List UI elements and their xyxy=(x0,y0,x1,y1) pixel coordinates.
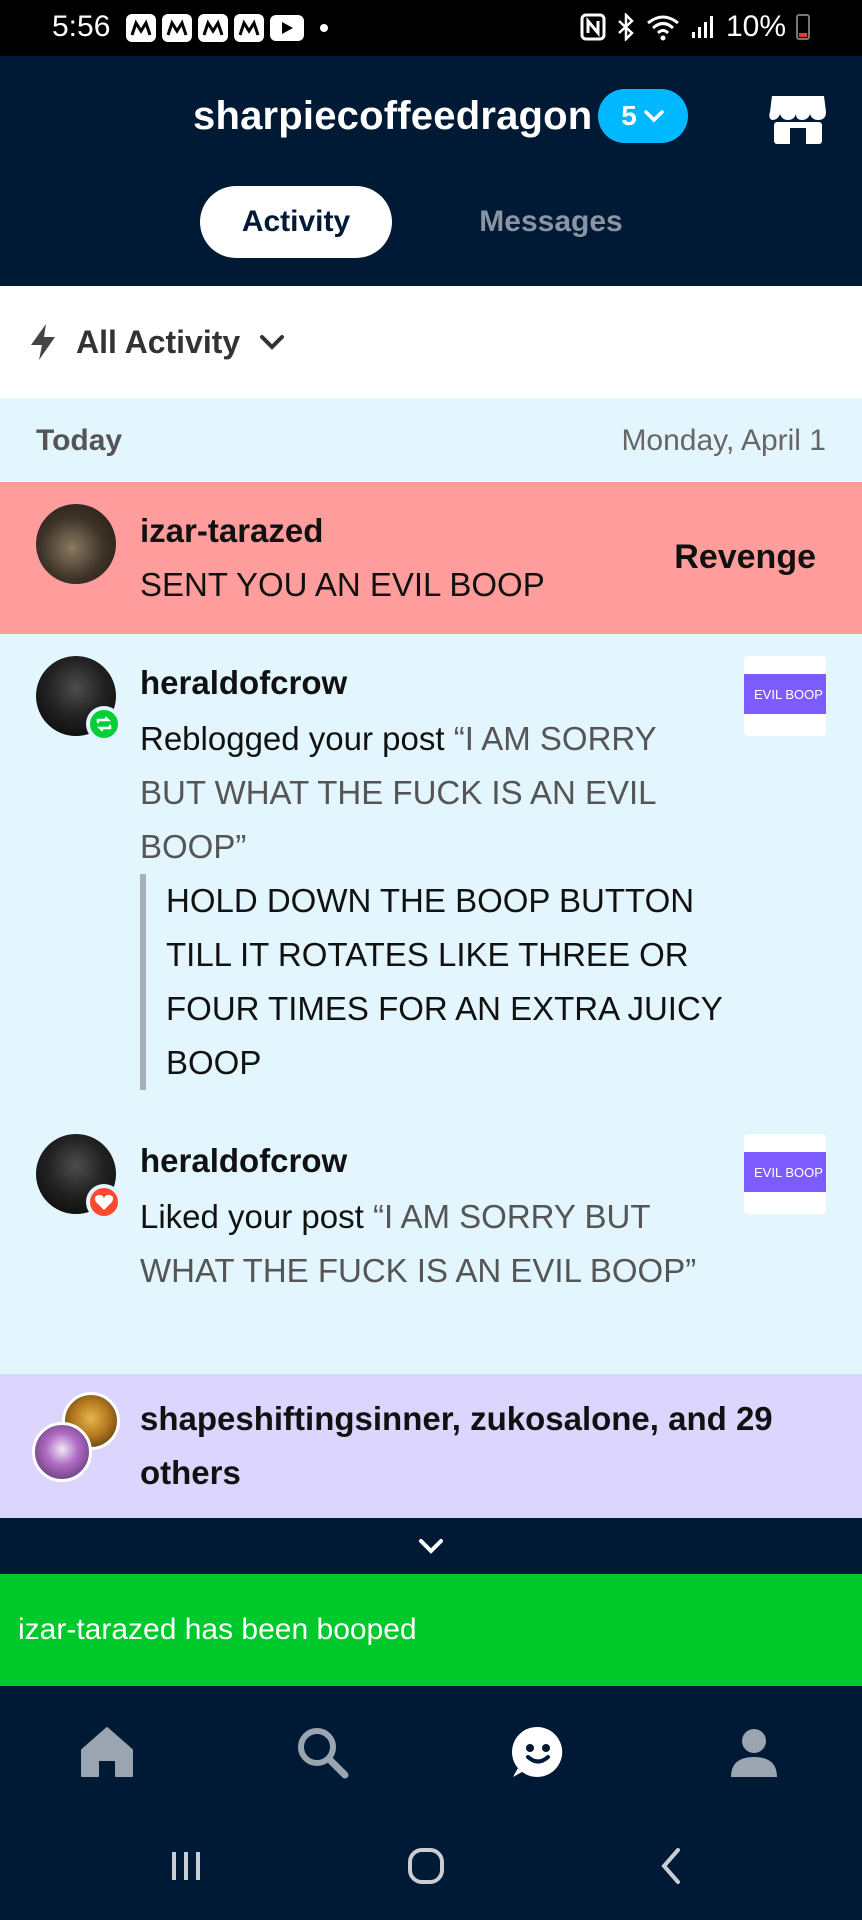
status-time: 5:56 xyxy=(52,10,111,43)
notification-icons xyxy=(126,14,328,42)
notification-app-icon xyxy=(198,14,228,42)
revenge-button[interactable]: Revenge xyxy=(674,538,816,577)
more-notifications-dot xyxy=(320,24,328,32)
boop-message: SENT YOU AN EVIL BOOP xyxy=(140,566,545,603)
chevron-down-icon xyxy=(419,1539,443,1554)
signal-icon xyxy=(691,16,713,38)
status-bar: 5:56 10% xyxy=(0,0,862,56)
nav-search[interactable] xyxy=(292,1722,352,1782)
blog-name[interactable]: sharpiecoffeedragon xyxy=(193,94,592,139)
notification-app-icon xyxy=(162,14,192,42)
nfc-icon xyxy=(580,13,606,41)
group-text: shapeshiftingsinner, zukosalone, and 29 … xyxy=(140,1400,773,1491)
home-icon xyxy=(81,1727,133,1777)
youtube-icon xyxy=(270,15,304,41)
reblog-icon xyxy=(86,706,122,742)
shop-icon[interactable] xyxy=(768,90,828,146)
nav-home[interactable] xyxy=(77,1722,137,1782)
activity-username[interactable]: heraldofcrow xyxy=(140,1142,347,1180)
section-title: Today xyxy=(36,424,123,457)
wifi-icon xyxy=(647,15,679,41)
notification-app-icon xyxy=(234,14,264,42)
reblog-comment: HOLD DOWN THE BOOP BUTTON TILL IT ROTATE… xyxy=(140,874,740,1090)
status-right: 10% xyxy=(580,10,810,44)
bottom-nav xyxy=(0,1686,862,1816)
back-icon[interactable] xyxy=(652,1846,692,1886)
filter-label: All Activity xyxy=(76,323,241,360)
heart-icon xyxy=(86,1184,122,1220)
activity-action: Liked your post xyxy=(140,1198,373,1235)
activity-face-icon xyxy=(511,1726,563,1777)
blog-switcher-badge[interactable]: 5 xyxy=(598,89,688,143)
nav-profile[interactable] xyxy=(724,1722,784,1782)
toast-message: izar-tarazed has been booped xyxy=(0,1574,862,1686)
lightning-icon xyxy=(31,324,55,360)
tabs: Activity Messages xyxy=(0,186,862,260)
avatar xyxy=(32,1422,92,1482)
system-nav xyxy=(0,1816,862,1920)
post-thumbnail[interactable]: EVIL BOOP xyxy=(744,1134,826,1214)
tab-messages[interactable]: Messages xyxy=(460,186,642,258)
activity-list: heraldofcrow Reblogged your post “I AM S… xyxy=(0,634,862,1374)
post-thumbnail[interactable]: EVIL BOOP xyxy=(744,656,826,736)
boop-username[interactable]: izar-tarazed xyxy=(140,512,323,550)
section-date: Monday, April 1 xyxy=(621,424,826,457)
activity-username[interactable]: heraldofcrow xyxy=(140,664,347,702)
tab-activity[interactable]: Activity xyxy=(200,186,392,258)
activity-text: Liked your post “I AM SORRY BUT WHAT THE… xyxy=(140,1190,720,1298)
activity-text: Reblogged your post “I AM SORRY BUT WHAT… xyxy=(140,712,720,874)
section-header: Today Monday, April 1 xyxy=(0,398,862,482)
notification-app-icon xyxy=(126,14,156,42)
recents-icon[interactable] xyxy=(166,1846,206,1886)
group-notification[interactable]: shapeshiftingsinner, zukosalone, and 29 … xyxy=(0,1374,862,1518)
chevron-down-icon xyxy=(260,335,285,350)
collapse-bar[interactable] xyxy=(0,1518,862,1574)
search-icon xyxy=(298,1728,349,1779)
header: sharpiecoffeedragon 5 Activity Messages xyxy=(0,56,862,286)
bluetooth-icon xyxy=(618,13,634,41)
chevron-down-icon xyxy=(644,110,664,123)
avatar[interactable] xyxy=(36,504,116,584)
battery-icon xyxy=(796,14,810,40)
thumbnail-text: EVIL BOOP xyxy=(744,674,826,714)
nav-activity[interactable] xyxy=(508,1722,568,1782)
home-circle-icon[interactable] xyxy=(406,1846,446,1886)
activity-filter[interactable]: All Activity xyxy=(0,286,862,398)
activity-action: Reblogged your post xyxy=(140,720,454,757)
thumbnail-text: EVIL BOOP xyxy=(744,1152,826,1192)
boop-notification[interactable]: izar-tarazed SENT YOU AN EVIL BOOP Reven… xyxy=(0,482,862,634)
battery-percent: 10% xyxy=(725,10,786,43)
blog-count: 5 xyxy=(621,100,637,131)
profile-icon xyxy=(731,1729,777,1777)
